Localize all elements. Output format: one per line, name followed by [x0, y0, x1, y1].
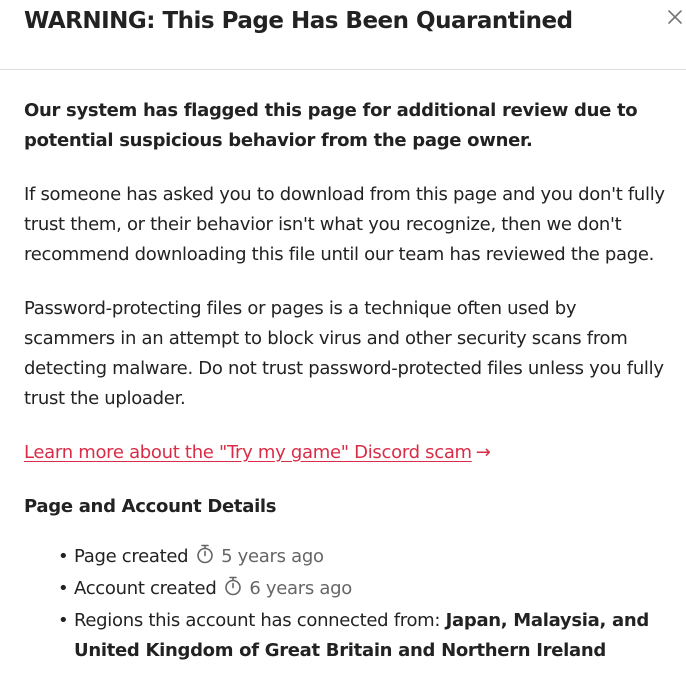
arrow-right-icon[interactable]: →	[476, 442, 491, 463]
details-list: Page created 5 years ago Account created	[24, 542, 666, 666]
stopwatch-icon	[224, 576, 242, 606]
list-item: Page created 5 years ago	[58, 542, 666, 574]
dialog-title: WARNING: This Page Has Been Quarantined	[24, 8, 573, 34]
details-heading: Page and Account Details	[24, 496, 277, 517]
dialog-header: WARNING: This Page Has Been Quarantined	[0, 0, 686, 70]
stopwatch-icon	[196, 544, 214, 574]
page-created-label: Page created	[74, 546, 189, 567]
account-created-label: Account created	[74, 578, 217, 599]
list-item: Account created 6 years ago	[58, 574, 666, 606]
account-created-value: 6 years ago	[249, 578, 352, 599]
learn-more-link[interactable]: Learn more about the "Try my game" Disco…	[24, 442, 472, 463]
quarantine-dialog: WARNING: This Page Has Been Quarantined …	[0, 0, 686, 678]
warning-lead: Our system has flagged this page for add…	[24, 100, 638, 151]
warning-paragraph-password: Password-protecting files or pages is a …	[24, 298, 664, 409]
close-icon[interactable]	[664, 6, 686, 28]
dialog-body: Our system has flagged this page for add…	[0, 70, 686, 666]
list-item: Regions this account has connected from:…	[58, 606, 666, 666]
regions-label: Regions this account has connected from:	[74, 610, 441, 631]
learn-more-row: Learn more about the "Try my game" Disco…	[24, 438, 666, 468]
warning-paragraph-download: If someone has asked you to download fro…	[24, 184, 665, 265]
page-created-value: 5 years ago	[221, 546, 324, 567]
